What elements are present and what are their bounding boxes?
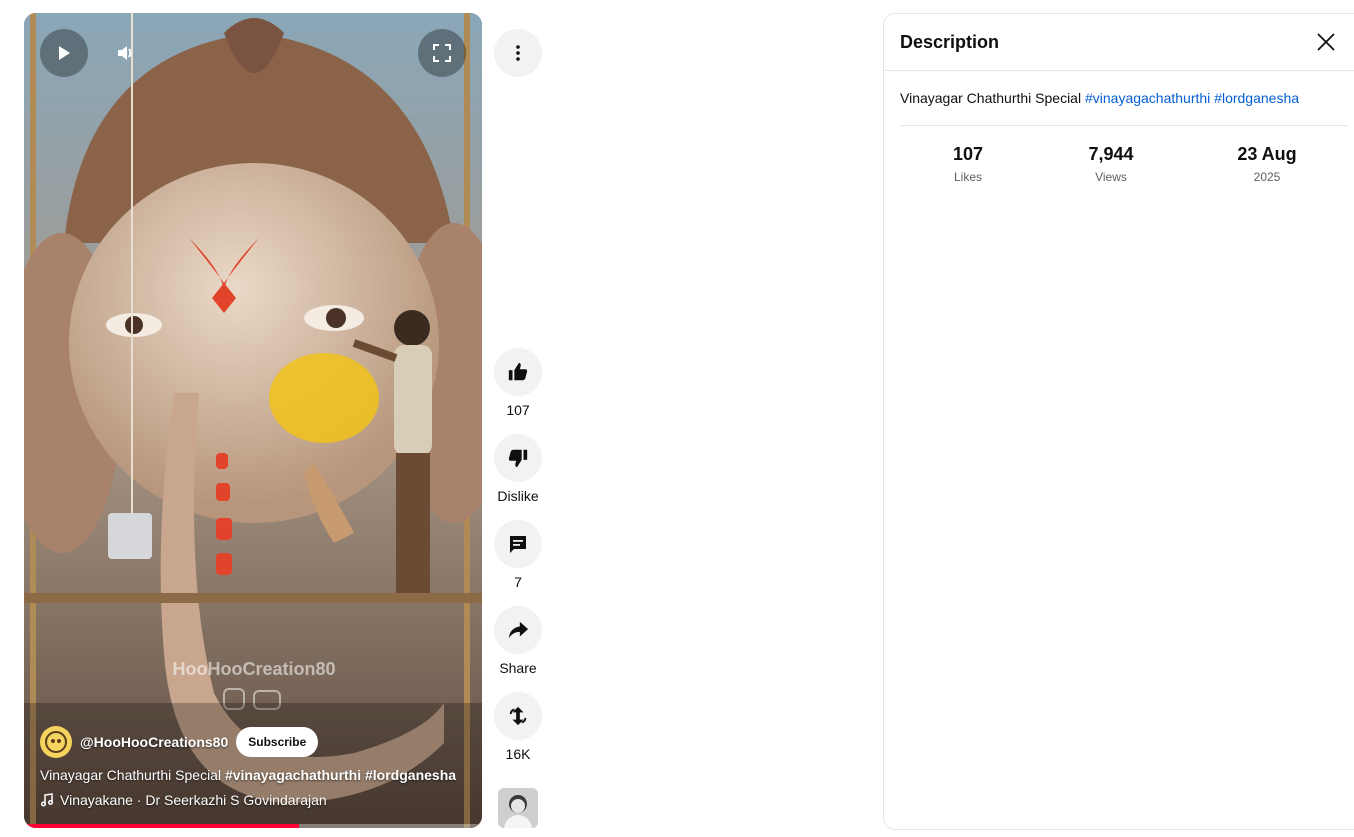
comments-button[interactable] — [494, 520, 542, 568]
singer-portrait-icon — [498, 788, 538, 828]
remix-count: 16K — [505, 746, 531, 762]
like-count: 107 — [506, 402, 530, 418]
remix-action: 16K — [494, 692, 542, 762]
stat-views: 7,944 Views — [1051, 144, 1171, 184]
comment-count: 7 — [514, 574, 522, 590]
volume-icon — [118, 46, 132, 60]
close-icon — [1317, 33, 1335, 51]
more-options-button[interactable] — [494, 29, 542, 77]
fullscreen-button[interactable] — [418, 29, 466, 77]
description-header: Description — [884, 14, 1354, 71]
stat-likes: 107 Likes — [908, 144, 1028, 184]
subscribe-button[interactable]: Subscribe — [236, 727, 319, 757]
share-action: Share — [494, 606, 542, 676]
panel-title: Description — [900, 31, 1000, 52]
video-title[interactable]: Vinayagar Chathurthi Special #vinayagach… — [40, 767, 466, 783]
music-note-icon — [40, 793, 54, 807]
watermark-text: HooHooCreation80 — [172, 659, 335, 679]
video-stats: 107 Likes 7,944 Views 23 Aug 2025 — [884, 126, 1354, 196]
video-frame: HooHooCreation80 — [24, 13, 482, 828]
dislike-action: Dislike — [494, 434, 542, 504]
stat-date-caption: 2025 — [1253, 170, 1281, 184]
dislike-button[interactable] — [494, 434, 542, 482]
comment-action: 7 — [494, 520, 542, 590]
play-icon — [59, 46, 70, 60]
volume-button[interactable] — [102, 29, 150, 77]
description-panel: Description Vinayagar Chathurthi Special… — [883, 13, 1354, 830]
hashtag-link-vinayagachathurthi[interactable]: #vinayagachathurthi — [1085, 90, 1210, 106]
share-label: Share — [499, 660, 537, 676]
play-button[interactable] — [40, 29, 88, 77]
video-progress-fill — [24, 824, 299, 828]
comment-icon — [510, 536, 526, 553]
shorts-video-player[interactable]: HooHooCreation80 @HooHooCreations80 Subs… — [24, 13, 482, 828]
action-bar: 107 Dislike 7 Share 16K — [494, 348, 542, 778]
dislike-label: Dislike — [497, 488, 539, 504]
like-button[interactable] — [494, 348, 542, 396]
video-title-hashtags[interactable]: #vinayagachathurthi #lordganesha — [225, 767, 456, 783]
stat-views-value: 7,944 — [1088, 144, 1134, 164]
video-title-text: Vinayagar Chathurthi Special — [40, 767, 222, 783]
stat-views-caption: Views — [1095, 170, 1127, 184]
remix-icon — [509, 706, 527, 726]
video-info-overlay: @HooHooCreations80 Subscribe Vinayagar C… — [40, 726, 466, 808]
share-icon — [508, 621, 529, 639]
description-body: Vinayagar Chathurthi Special — [900, 90, 1082, 106]
stat-date: 23 Aug 2025 — [1207, 144, 1327, 184]
channel-logo-icon — [45, 731, 67, 753]
music-title: Vinayakane · Dr Seerkazhi S Govindarajan — [60, 792, 327, 808]
channel-avatar[interactable] — [40, 726, 72, 758]
hashtag-link-lordganesha[interactable]: #lordganesha — [1214, 90, 1299, 106]
thumbs-down-icon — [508, 449, 528, 468]
description-text: Vinayagar Chathurthi Special #vinayagach… — [884, 71, 1354, 107]
remix-button[interactable] — [494, 692, 542, 740]
close-description-button[interactable] — [1312, 28, 1340, 56]
channel-name-link[interactable]: @HooHooCreations80 — [80, 734, 228, 750]
music-link[interactable]: Vinayakane · Dr Seerkazhi S Govindarajan — [40, 792, 466, 808]
like-action: 107 — [494, 348, 542, 418]
stat-likes-value: 107 — [952, 144, 984, 164]
fullscreen-icon — [433, 44, 451, 62]
more-vert-icon — [516, 45, 520, 61]
stat-date-value: 23 Aug — [1237, 144, 1297, 164]
sound-thumbnail[interactable] — [498, 788, 538, 828]
stat-likes-caption: Likes — [953, 170, 982, 184]
share-button[interactable] — [494, 606, 542, 654]
video-progress-bar[interactable] — [24, 824, 482, 828]
thumbs-up-icon — [508, 362, 528, 381]
